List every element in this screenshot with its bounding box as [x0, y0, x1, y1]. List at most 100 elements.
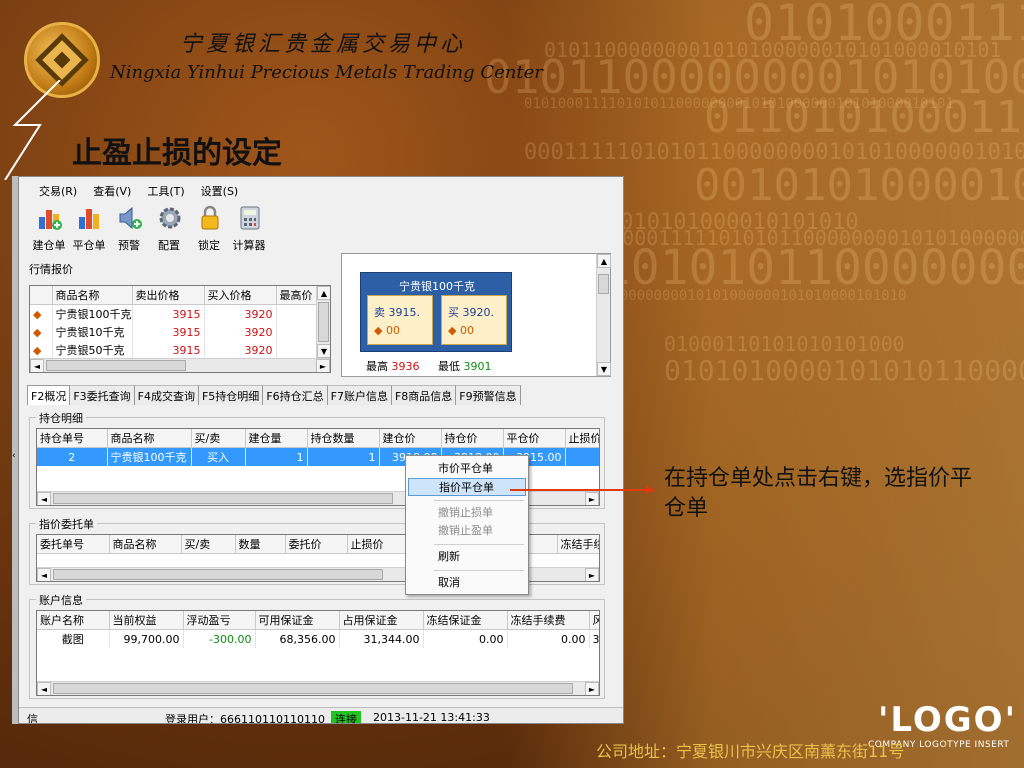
col-side[interactable]: 买/卖	[191, 429, 246, 448]
menu-item-cancel-stop-loss[interactable]: 撤销止损单	[408, 504, 526, 522]
menu-settings[interactable]: 设置(S)	[201, 183, 239, 199]
col-frozen-fee[interactable]: 冻结手续	[557, 535, 599, 554]
high-price: 最高 3936	[366, 360, 420, 373]
config-button[interactable]: 配置	[149, 201, 189, 252]
close-position-button[interactable]: 平仓单	[69, 201, 109, 252]
quotes-vertical-scrollbar[interactable]: ▲ ▼	[316, 286, 330, 358]
table-row[interactable]: ◆ 宁贵银10千克 3915 3920	[30, 323, 330, 341]
menu-tools[interactable]: 工具(T)	[147, 183, 184, 199]
menu-separator	[434, 544, 524, 545]
trading-app-window: 交易(R) 查看(V) 工具(T) 设置(S) 建仓单 平仓单 预警 配置 锁定…	[18, 176, 624, 724]
open-position-button[interactable]: 建仓单	[29, 201, 69, 252]
col-hold-qty[interactable]: 持仓数量	[307, 429, 380, 448]
tab-order-query[interactable]: F3委托查询	[70, 385, 135, 405]
tab-product-info[interactable]: F8商品信息	[391, 385, 457, 405]
cell-frozen-margin: 0.00	[423, 629, 508, 648]
tab-overview[interactable]: F2概况	[27, 385, 71, 405]
col-account-name[interactable]: 账户名称	[37, 611, 110, 630]
table-row[interactable]: ◆ 宁贵银50千克 3915 3920	[30, 341, 330, 359]
quote-panel-scrollbar[interactable]: ▲ ▼	[596, 254, 611, 376]
col-equity[interactable]: 当前权益	[109, 611, 184, 630]
col-risk[interactable]: 风	[589, 611, 599, 630]
col-order-price[interactable]: 委托价	[285, 535, 348, 554]
cell-position-id: 2	[37, 447, 108, 466]
menu-item-limit-close[interactable]: 指价平仓单	[408, 478, 526, 496]
menu-item-cancel-take-profit[interactable]: 撤销止盈单	[408, 522, 526, 540]
tab-position-summary[interactable]: F6持仓汇总	[263, 385, 328, 405]
sell-label: 卖	[374, 306, 385, 319]
tab-account-info[interactable]: F7账户信息	[327, 385, 392, 405]
col-qty[interactable]: 数量	[235, 535, 286, 554]
quotes-section-label: 行情报价	[29, 263, 73, 276]
open-position-label: 建仓单	[32, 239, 66, 252]
tab-alert-info[interactable]: F9预警信息	[456, 385, 521, 405]
open-position-chart-icon	[39, 210, 62, 230]
col-product-name[interactable]: 商品名称	[52, 286, 133, 305]
menu-separator	[434, 570, 524, 571]
col-float-pl[interactable]: 浮动盈亏	[183, 611, 256, 630]
lock-label: 锁定	[198, 239, 220, 252]
col-avail-margin[interactable]: 可用保证金	[255, 611, 340, 630]
col-product-name[interactable]: 商品名称	[107, 429, 192, 448]
company-logo: 'LOGO'	[878, 700, 1017, 740]
menu-view[interactable]: 查看(V)	[93, 183, 131, 199]
sell-quote-box[interactable]: 卖 3915. ◆ 00	[367, 295, 433, 345]
buy-change-icon: ◆	[448, 324, 457, 337]
col-position-id[interactable]: 持仓单号	[37, 429, 108, 448]
buy-quote-box[interactable]: 买 3920. ◆ 00	[441, 295, 507, 345]
col-product-name[interactable]: 商品名称	[109, 535, 182, 554]
gear-icon	[159, 207, 181, 229]
tab-deal-query[interactable]: F4成交查询	[134, 385, 199, 405]
account-table[interactable]: 账户名称 当前权益 浮动盈亏 可用保证金 占用保证金 冻结保证金 冻结手续费 风…	[36, 610, 600, 696]
cell-product-name: 宁贵银100千克	[107, 447, 192, 466]
quote-card-panel: 宁贵银100千克 卖 3915. ◆ 00 买 3920. ◆ 00 最高 39…	[341, 253, 611, 377]
tab-position-detail[interactable]: F5持仓明细	[198, 385, 264, 405]
lock-button[interactable]: 锁定	[189, 201, 229, 252]
col-open-qty[interactable]: 建仓量	[245, 429, 308, 448]
col-frozen-margin[interactable]: 冻结保证金	[423, 611, 508, 630]
alert-button[interactable]: 预警	[109, 201, 149, 252]
menu-item-refresh[interactable]: 刷新	[408, 548, 526, 566]
menu-item-cancel[interactable]: 取消	[408, 574, 526, 592]
col-open-price[interactable]: 建仓价	[379, 429, 442, 448]
cell-product-name: 宁贵银50千克	[52, 341, 133, 359]
col-used-margin[interactable]: 占用保证金	[339, 611, 424, 630]
quote-card-title: 宁贵银100千克	[399, 280, 475, 293]
cell-buy-price: 3920	[204, 304, 277, 323]
col-order-id[interactable]: 委托单号	[37, 535, 110, 554]
cell-avail-margin: 68,356.00	[255, 629, 340, 648]
col-close-price[interactable]: 平仓价	[503, 429, 566, 448]
col-sell-price[interactable]: 卖出价格	[132, 286, 205, 305]
org-name-cn: 宁夏银汇贵金属交易中心	[180, 32, 467, 57]
quote-card[interactable]: 宁贵银100千克 卖 3915. ◆ 00 买 3920. ◆ 00	[360, 272, 512, 352]
quotes-horizontal-scrollbar[interactable]: ◄ ►	[30, 358, 330, 372]
cell-float-pl: -300.00	[183, 629, 256, 648]
account-horizontal-scrollbar[interactable]: ◄ ►	[37, 681, 599, 695]
col-hold-price[interactable]: 持仓价	[441, 429, 504, 448]
positions-group-title: 持仓明细	[36, 410, 86, 426]
table-row[interactable]: ◆ 宁贵银100千克 3915 3920	[30, 304, 330, 323]
menu-trade[interactable]: 交易(R)	[39, 183, 77, 199]
table-row[interactable]: 截图 99,700.00 -300.00 68,356.00 31,344.00…	[37, 629, 599, 648]
quotes-table[interactable]: 商品名称 卖出价格 买入价格 最高价 ◆ 宁贵银100千克 3915 3920 …	[29, 285, 331, 373]
col-buy-price[interactable]: 买入价格	[204, 286, 277, 305]
cell-open-qty: 1	[245, 447, 308, 466]
cell-hold-qty: 1	[307, 447, 380, 466]
cell-risk: 31	[589, 629, 599, 648]
price-up-icon: ◆	[30, 323, 53, 341]
calculator-button[interactable]: 计算器	[229, 201, 273, 252]
col-side[interactable]: 买/卖	[181, 535, 236, 554]
col-stop-price[interactable]: 止损价	[565, 429, 599, 448]
context-menu: 市价平仓单 指价平仓单 撤销止损单 撤销止盈单 刷新 取消	[405, 455, 529, 595]
buy-label: 买	[448, 306, 459, 319]
cell-stop-price	[565, 447, 599, 466]
annotation-arrow-icon	[510, 486, 656, 494]
cell-sell-price: 3915	[132, 323, 205, 341]
org-name-en: Ningxia Yinhui Precious Metals Trading C…	[110, 62, 543, 83]
calculator-label: 计算器	[232, 239, 266, 252]
col-frozen-fee[interactable]: 冻结手续费	[507, 611, 590, 630]
calculator-icon	[240, 206, 260, 230]
price-up-icon: ◆	[30, 304, 53, 323]
account-header-row: 账户名称 当前权益 浮动盈亏 可用保证金 占用保证金 冻结保证金 冻结手续费 风	[37, 611, 599, 630]
menu-item-market-close[interactable]: 市价平仓单	[408, 460, 526, 478]
